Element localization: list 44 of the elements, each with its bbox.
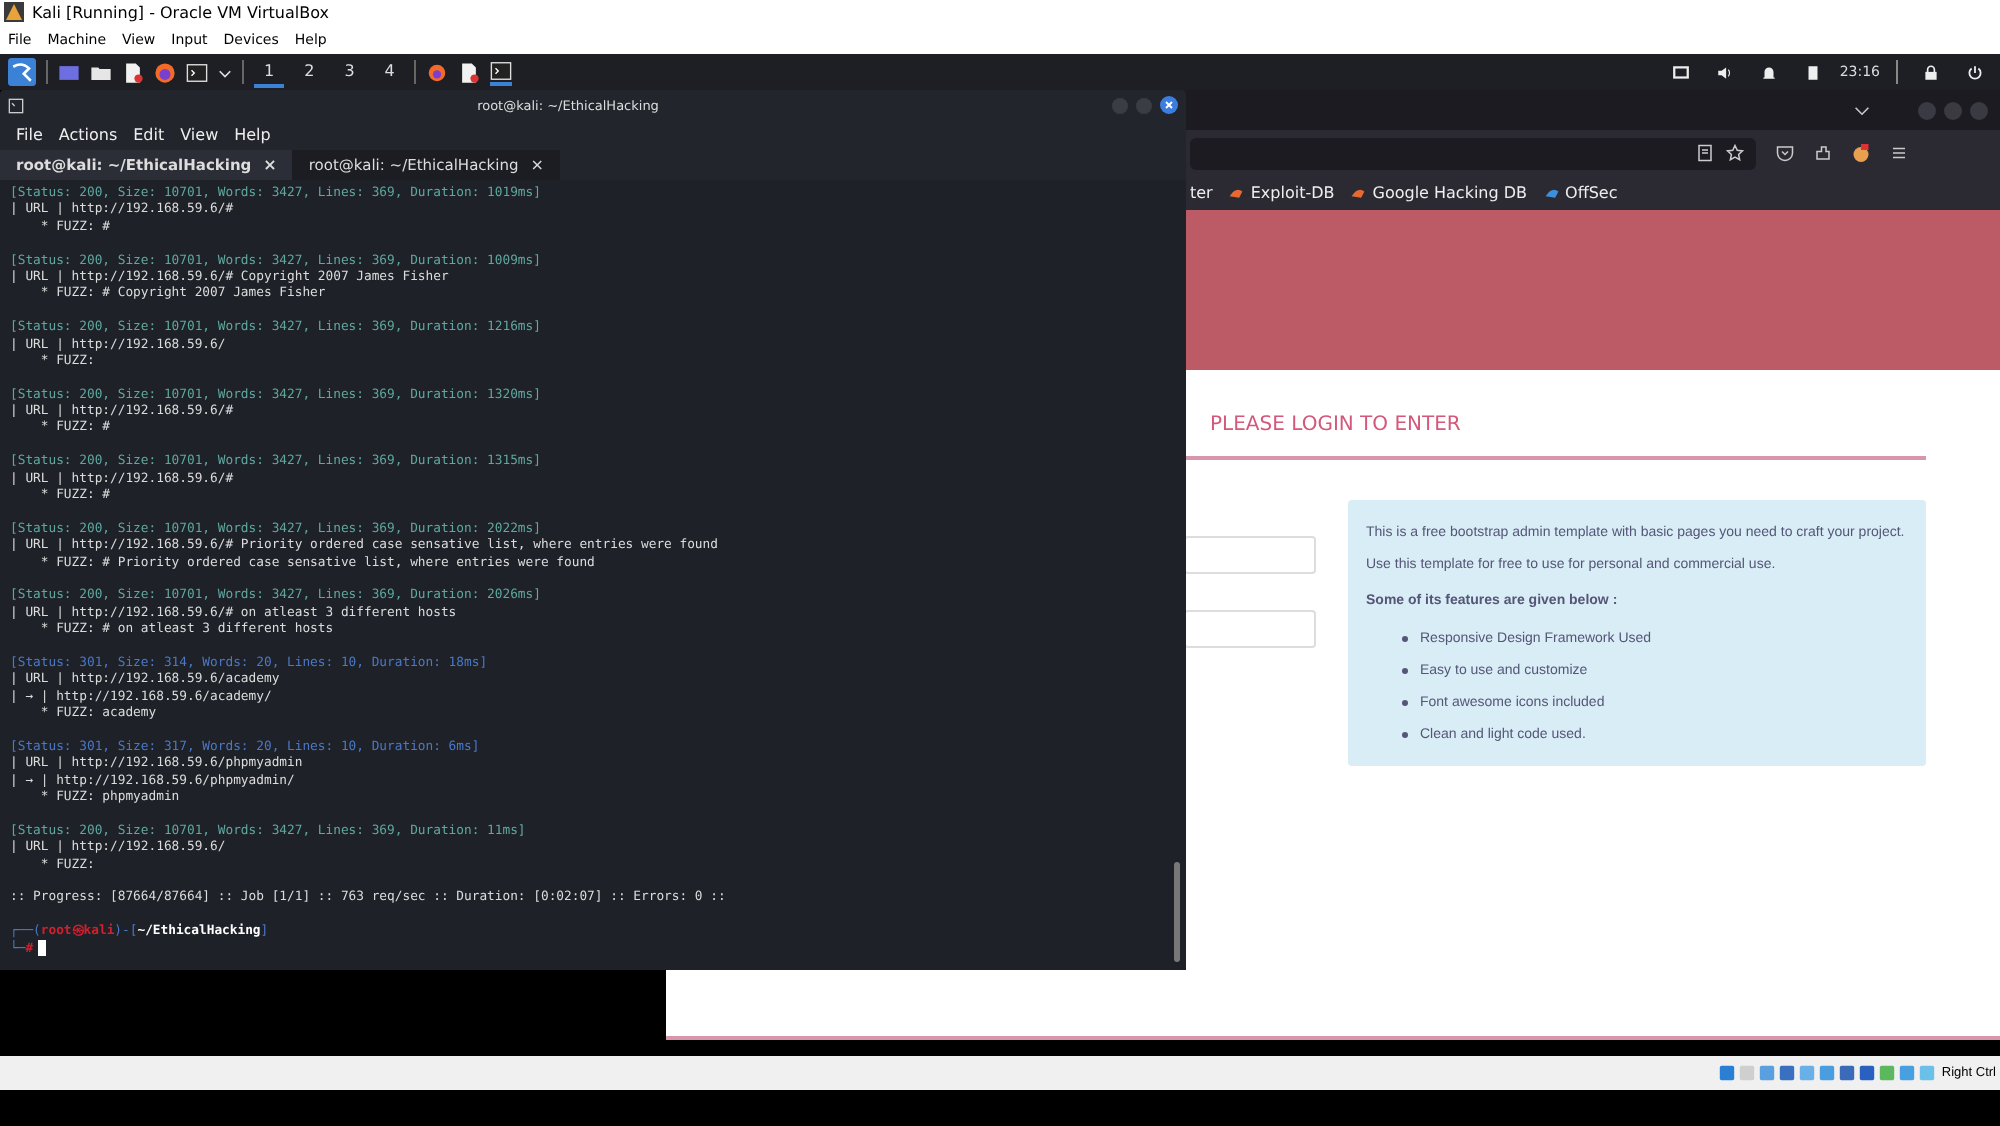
tab-close-button[interactable]: × bbox=[263, 156, 277, 174]
power-icon[interactable] bbox=[1966, 63, 1984, 81]
menu-item[interactable]: Actions bbox=[58, 126, 118, 144]
volume-icon[interactable] bbox=[1715, 63, 1734, 81]
bell-icon[interactable] bbox=[1759, 63, 1778, 81]
bookmark-icon bbox=[1350, 186, 1367, 200]
bullet-icon bbox=[1402, 667, 1408, 673]
bullet-icon bbox=[1402, 699, 1408, 705]
lock-icon[interactable] bbox=[1922, 63, 1940, 81]
window-title: Kali [Running] - Oracle VM VirtualBox bbox=[32, 3, 329, 21]
workspace-button[interactable]: 2 bbox=[294, 57, 325, 87]
workspace-button[interactable]: 3 bbox=[334, 57, 365, 87]
reader-view-icon[interactable] bbox=[1696, 144, 1714, 162]
bookmark[interactable]: ter bbox=[1190, 184, 1213, 202]
extensions-icon[interactable] bbox=[1814, 144, 1832, 162]
battery-icon[interactable] bbox=[1803, 63, 1822, 81]
bookmark[interactable]: Exploit-DB bbox=[1250, 184, 1335, 202]
desktop-icon[interactable] bbox=[58, 61, 80, 83]
bullet-icon bbox=[1402, 731, 1408, 737]
bullet-icon bbox=[1402, 635, 1408, 641]
caret-icon[interactable] bbox=[218, 65, 232, 79]
pocket-icon[interactable] bbox=[1776, 144, 1794, 162]
scrollbar-thumb[interactable] bbox=[1174, 862, 1180, 962]
text-editor-icon[interactable] bbox=[122, 61, 144, 83]
workspace-button[interactable]: 4 bbox=[374, 57, 405, 87]
close-icon[interactable] bbox=[1160, 96, 1178, 114]
avatar-icon[interactable] bbox=[1852, 144, 1870, 162]
text-editor-icon[interactable] bbox=[458, 61, 481, 83]
menu-item[interactable]: View bbox=[180, 126, 219, 144]
terminal-icon[interactable] bbox=[490, 59, 513, 85]
bookmark[interactable]: Google Hacking DB bbox=[1372, 184, 1528, 202]
url-field[interactable] bbox=[1190, 137, 1756, 169]
display-icon[interactable] bbox=[1671, 63, 1690, 81]
tab-close-button[interactable]: × bbox=[530, 156, 544, 174]
chevron-icon[interactable] bbox=[1854, 105, 1870, 115]
text-cursor bbox=[37, 939, 46, 956]
menu-item[interactable]: Help bbox=[234, 126, 271, 144]
terminal-icon bbox=[8, 97, 24, 113]
bookmark[interactable]: OffSec bbox=[1565, 184, 1618, 202]
star-icon[interactable] bbox=[1726, 144, 1744, 162]
bookmark-icon bbox=[1228, 186, 1245, 200]
menu-item[interactable]: File bbox=[16, 126, 43, 144]
menu-item[interactable]: Edit bbox=[133, 126, 165, 144]
menu-icon[interactable] bbox=[1890, 144, 1908, 162]
